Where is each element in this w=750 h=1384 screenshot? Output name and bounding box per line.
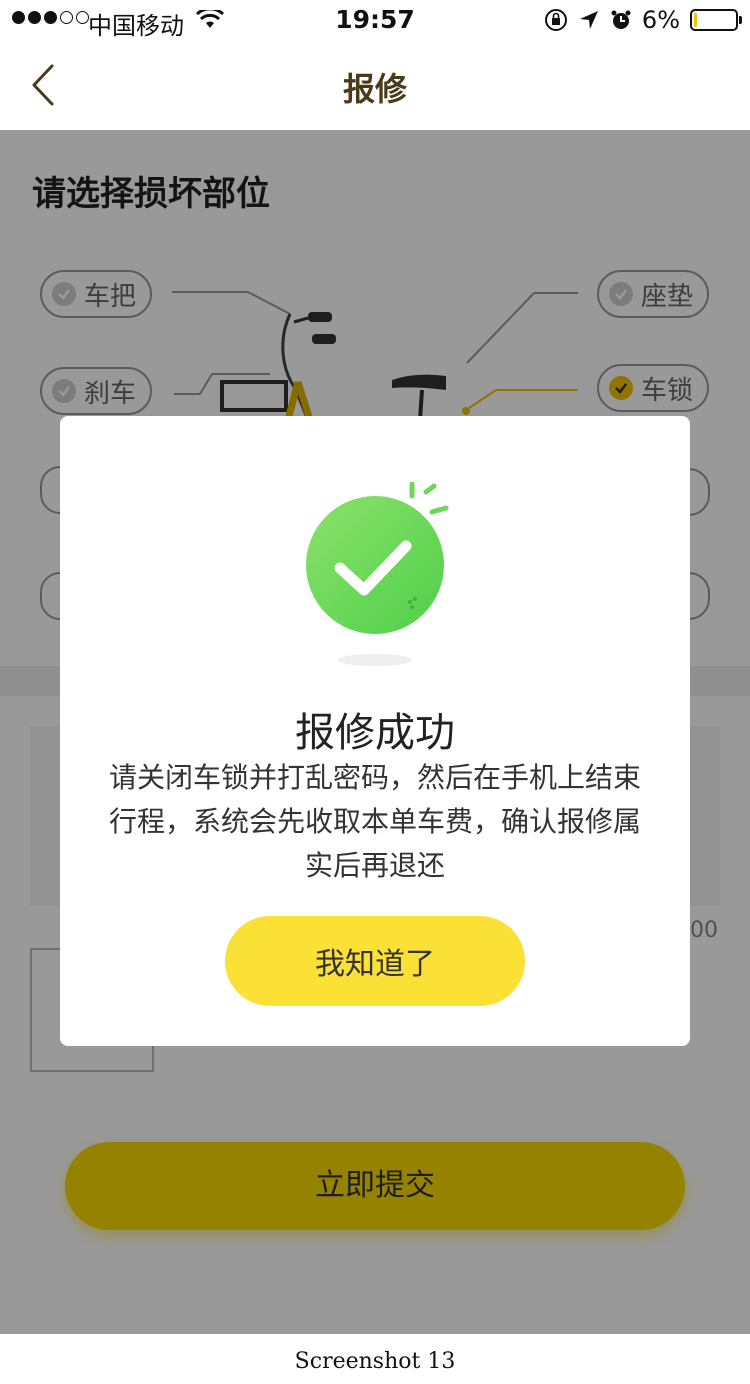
battery-level-fill (694, 13, 697, 27)
success-circle (306, 496, 444, 634)
success-dialog: 报修成功 请关闭车锁并打乱密码，然后在手机上结束行程，系统会先收取本单车费，确认… (60, 416, 690, 1046)
dialog-message: 请关闭车锁并打乱密码，然后在手机上结束行程，系统会先收取本单车费，确认报修属实后… (108, 761, 641, 882)
battery-percent: 6% (641, 6, 680, 34)
battery-icon (690, 9, 742, 31)
nav-bar: 报修 (0, 40, 750, 130)
status-bar: 中国移动 19:57 6% (0, 0, 750, 40)
alarm-icon (611, 10, 631, 29)
rotation-lock-icon (544, 9, 567, 31)
acknowledge-button[interactable]: 我知道了 (225, 916, 525, 1006)
screenshot-caption: Screenshot 13 (0, 1334, 750, 1384)
dialog-title: 报修成功 (295, 710, 455, 756)
success-check-icon (300, 482, 460, 672)
page-title: 报修 (342, 70, 407, 108)
location-arrow-icon (579, 11, 598, 29)
success-shadow (338, 654, 412, 666)
